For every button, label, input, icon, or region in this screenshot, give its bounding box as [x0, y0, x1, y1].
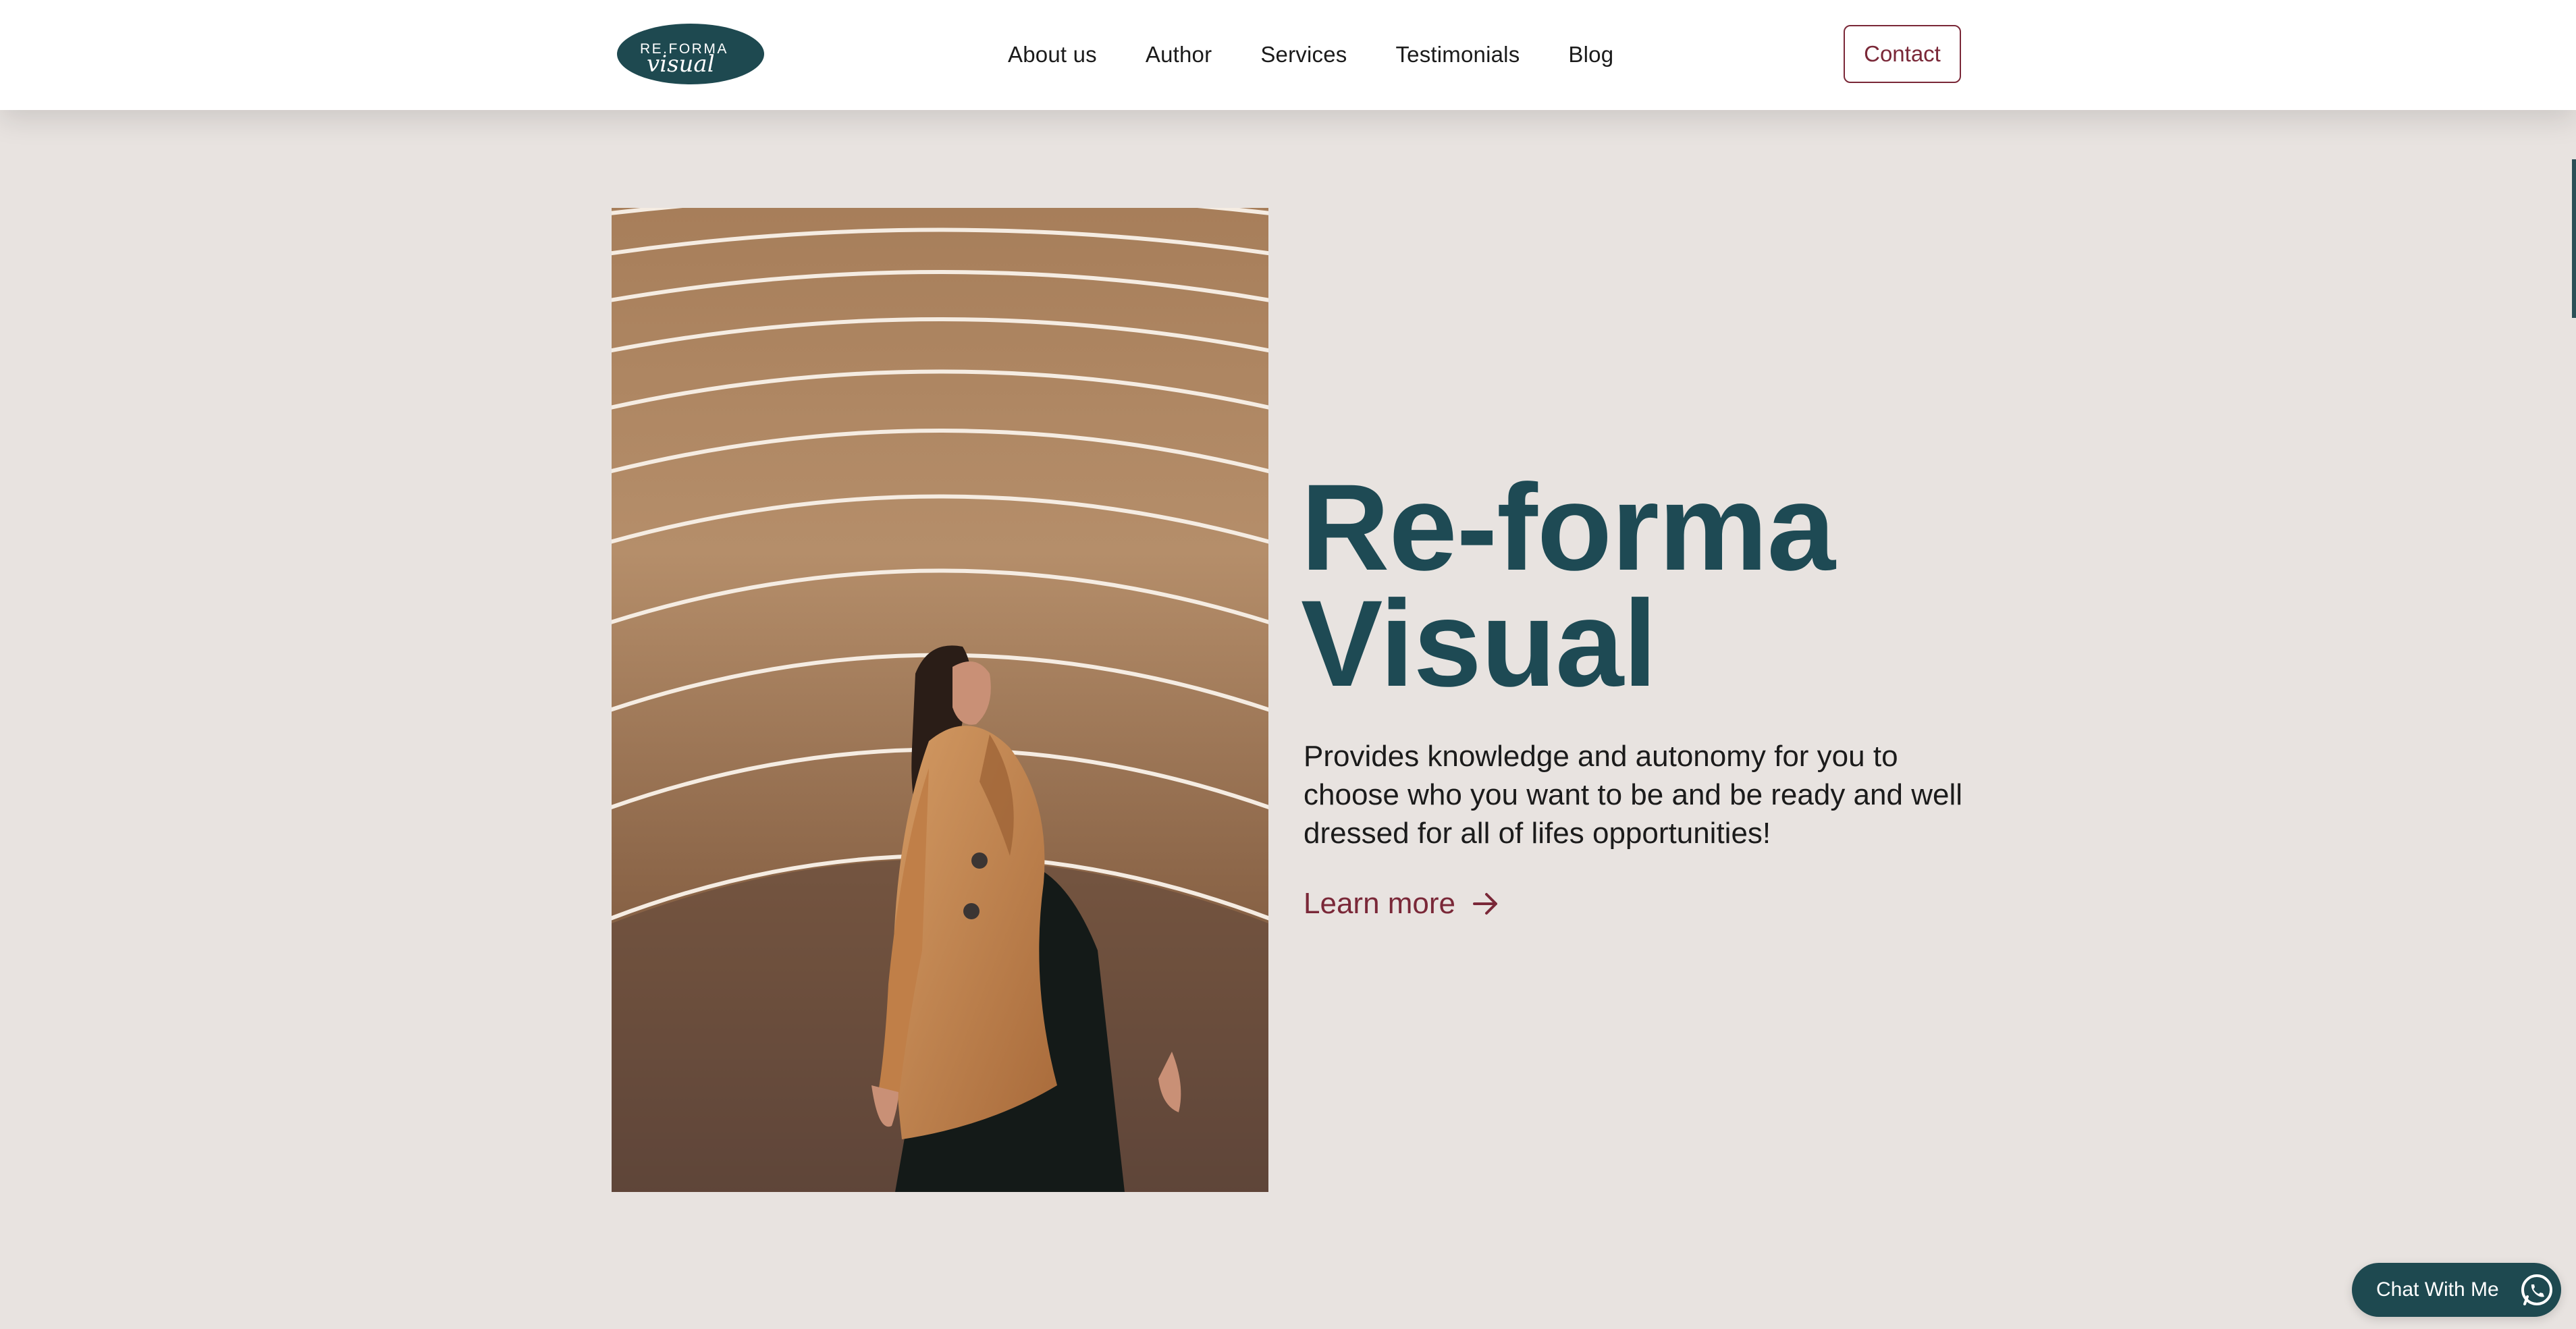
nav-about-us[interactable]: About us — [1008, 42, 1097, 67]
logo-mark: RE.FORMA visual — [640, 41, 726, 78]
nav-services[interactable]: Services — [1260, 42, 1347, 67]
hero-photo — [612, 208, 1268, 1192]
site-header: RE.FORMA visual About us Author Services… — [0, 0, 2576, 110]
learn-more-link[interactable]: Learn more — [1304, 885, 1499, 923]
woman-in-camel-coat-photo — [612, 208, 1268, 1192]
nav-testimonials[interactable]: Testimonials — [1395, 42, 1520, 67]
learn-more-label: Learn more — [1304, 887, 1456, 920]
chat-widget-button[interactable]: Chat With Me — [2352, 1263, 2561, 1317]
whatsapp-icon — [2519, 1273, 2554, 1308]
scrollbar-thumb[interactable] — [2572, 159, 2576, 318]
hero-title: Re-forma Visual — [1301, 466, 1835, 705]
chat-label: Chat With Me — [2376, 1278, 2499, 1301]
hero-title-line2: Visual — [1301, 574, 1657, 712]
nav-blog[interactable]: Blog — [1568, 42, 1613, 67]
contact-button[interactable]: Contact — [1844, 25, 1961, 83]
hero-description: Provides knowledge and autonomy for you … — [1304, 740, 1962, 850]
main-nav: About us Author Services Testimonials Bl… — [1008, 38, 1613, 72]
logo[interactable]: RE.FORMA visual — [617, 24, 764, 84]
arrow-right-icon — [1473, 892, 1499, 915]
nav-author[interactable]: Author — [1146, 42, 1212, 67]
logo-text-script: visual — [647, 51, 715, 78]
